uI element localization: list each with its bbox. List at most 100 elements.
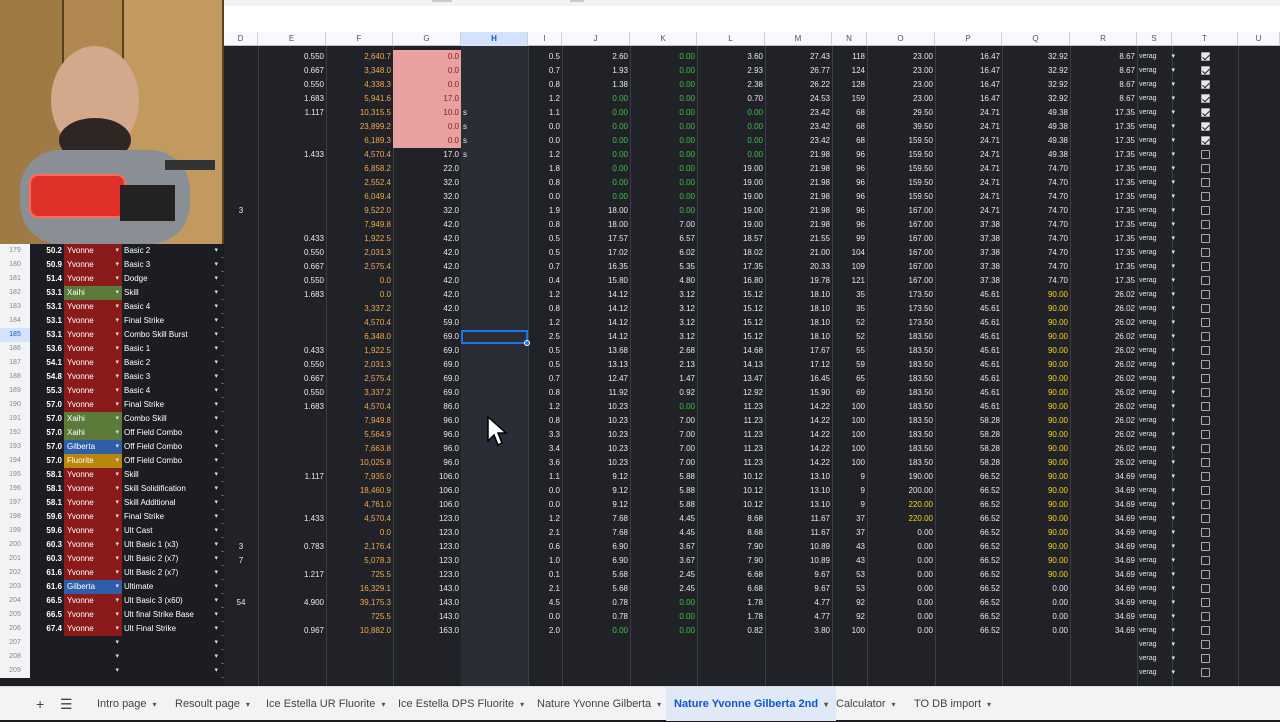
cell-e[interactable] [258, 134, 326, 148]
cell-j[interactable]: 10.23 [562, 442, 630, 456]
cell-k[interactable]: 7.00 [630, 456, 697, 470]
character-dropdown[interactable]: Yvonne ▾ [64, 510, 122, 524]
cell-p[interactable]: 24.71 [935, 162, 1002, 176]
cell-o[interactable]: 173.50 [867, 288, 935, 302]
skill-dropdown[interactable]: Final Strike ▾ [122, 510, 220, 524]
cell-n[interactable]: 53 [832, 568, 867, 582]
cell-e[interactable]: 1.683 [258, 400, 326, 414]
cell-g[interactable]: 32.0 [393, 176, 461, 190]
cell-i[interactable]: 4.5 [528, 596, 562, 610]
row-number[interactable]: 187 [0, 356, 30, 370]
cell-f[interactable]: 0.0 [326, 526, 393, 540]
character-dropdown[interactable]: Yvonne ▾ [64, 538, 122, 552]
cell-n[interactable]: 55 [832, 344, 867, 358]
cell-k[interactable]: 3.67 [630, 554, 697, 568]
cell-l[interactable]: 15.12 [697, 288, 765, 302]
column-header-g[interactable]: G [393, 32, 461, 46]
cell-r[interactable]: 17.35 [1070, 232, 1137, 246]
skill-dropdown[interactable]: Skill ▾ [122, 286, 220, 300]
cell-l[interactable]: 19.00 [697, 218, 765, 232]
cell-p[interactable]: 24.71 [935, 148, 1002, 162]
cell-i[interactable]: 2.5 [528, 330, 562, 344]
percent-cell[interactable] [30, 664, 64, 678]
checkbox[interactable] [1201, 150, 1210, 159]
cell-o[interactable]: 23.00 [867, 50, 935, 64]
average-dropdown[interactable]: verag ▾ [1137, 372, 1181, 386]
average-dropdown[interactable]: verag ▾ [1137, 484, 1181, 498]
cell-r[interactable]: 8.67 [1070, 78, 1137, 92]
row-number[interactable]: 209 [0, 664, 30, 678]
cell-o[interactable]: 167.00 [867, 218, 935, 232]
character-dropdown[interactable]: Yvonne ▾ [64, 328, 122, 342]
cell-g[interactable]: 42.0 [393, 232, 461, 246]
cell-k[interactable]: 0.00 [630, 50, 697, 64]
cell-j[interactable]: 0.78 [562, 596, 630, 610]
checkbox[interactable] [1201, 612, 1210, 621]
checkbox[interactable] [1201, 52, 1210, 61]
sheet-tab[interactable]: Nature Yvonne Gilberta ▾ [529, 687, 669, 721]
cell-r[interactable]: 17.35 [1070, 134, 1137, 148]
checkbox[interactable] [1201, 486, 1210, 495]
cell-q[interactable]: 49.38 [1002, 106, 1070, 120]
percent-cell[interactable]: 51.4 [30, 272, 64, 286]
character-dropdown[interactable]: Yvonne ▾ [64, 258, 122, 272]
cell-h[interactable]: s [461, 134, 528, 148]
cell-p[interactable]: 66.52 [935, 610, 1002, 624]
chevron-down-icon[interactable]: ▾ [520, 700, 524, 709]
cell-m[interactable]: 21.00 [765, 246, 832, 260]
row-number[interactable]: 198 [0, 510, 30, 524]
cell-g[interactable]: 42.0 [393, 288, 461, 302]
cell-m[interactable]: 20.33 [765, 260, 832, 274]
cell-r[interactable]: 34.69 [1070, 624, 1137, 638]
average-dropdown[interactable]: verag ▾ [1137, 624, 1181, 638]
cell-q[interactable]: 90.00 [1002, 540, 1070, 554]
cell-h[interactable]: s [461, 148, 528, 162]
cell-q[interactable]: 90.00 [1002, 442, 1070, 456]
cell-q[interactable]: 90.00 [1002, 288, 1070, 302]
column-header-i[interactable]: I [528, 32, 562, 46]
cell-o[interactable]: 0.00 [867, 624, 935, 638]
average-dropdown[interactable]: verag ▾ [1137, 498, 1181, 512]
cell-o[interactable]: 0.00 [867, 540, 935, 554]
cell-j[interactable]: 0.00 [562, 176, 630, 190]
checkbox[interactable] [1201, 402, 1210, 411]
cell-l[interactable]: 10.12 [697, 470, 765, 484]
cell-j[interactable]: 10.23 [562, 456, 630, 470]
cell-m[interactable]: 14.22 [765, 400, 832, 414]
cell-m[interactable]: 14.22 [765, 414, 832, 428]
cell-m[interactable]: 13.10 [765, 498, 832, 512]
skill-dropdown[interactable]: Ult Basic 3 (x60) ▾ [122, 594, 220, 608]
cell-j[interactable]: 13.13 [562, 358, 630, 372]
cell-f[interactable]: 7,663.8 [326, 442, 393, 456]
cell-i[interactable]: 0.7 [528, 260, 562, 274]
cell-j[interactable]: 0.00 [562, 134, 630, 148]
cell-k[interactable]: 0.00 [630, 78, 697, 92]
cell-i[interactable]: 0.5 [528, 50, 562, 64]
cell-l[interactable]: 19.00 [697, 162, 765, 176]
checkbox[interactable] [1201, 248, 1210, 257]
cell-j[interactable]: 5.68 [562, 568, 630, 582]
cell-p[interactable]: 24.71 [935, 204, 1002, 218]
cell-j[interactable]: 15.80 [562, 274, 630, 288]
skill-dropdown[interactable]: Combo Skill ▾ [122, 412, 220, 426]
cell-m[interactable]: 10.89 [765, 540, 832, 554]
cell-r[interactable]: 34.69 [1070, 582, 1137, 596]
row-number[interactable]: 191 [0, 412, 30, 426]
average-dropdown[interactable]: verag ▾ [1137, 554, 1181, 568]
cell-e[interactable]: 0.550 [258, 78, 326, 92]
character-dropdown[interactable]: Yvonne ▾ [64, 608, 122, 622]
cell-j[interactable]: 0.00 [562, 120, 630, 134]
cell-f[interactable]: 0.0 [326, 274, 393, 288]
percent-cell[interactable]: 66.5 [30, 594, 64, 608]
cell-e[interactable]: 1.117 [258, 106, 326, 120]
cell-p[interactable]: 45.61 [935, 386, 1002, 400]
cell-g[interactable]: 69.0 [393, 386, 461, 400]
percent-cell[interactable]: 58.1 [30, 482, 64, 496]
plus-icon[interactable]: + [36, 687, 44, 721]
cell-j[interactable]: 17.57 [562, 232, 630, 246]
cell-j[interactable]: 14.12 [562, 330, 630, 344]
cell-m[interactable]: 4.77 [765, 610, 832, 624]
cell-p[interactable]: 24.71 [935, 190, 1002, 204]
cell-e[interactable]: 1.433 [258, 512, 326, 526]
cell-o[interactable]: 183.50 [867, 442, 935, 456]
